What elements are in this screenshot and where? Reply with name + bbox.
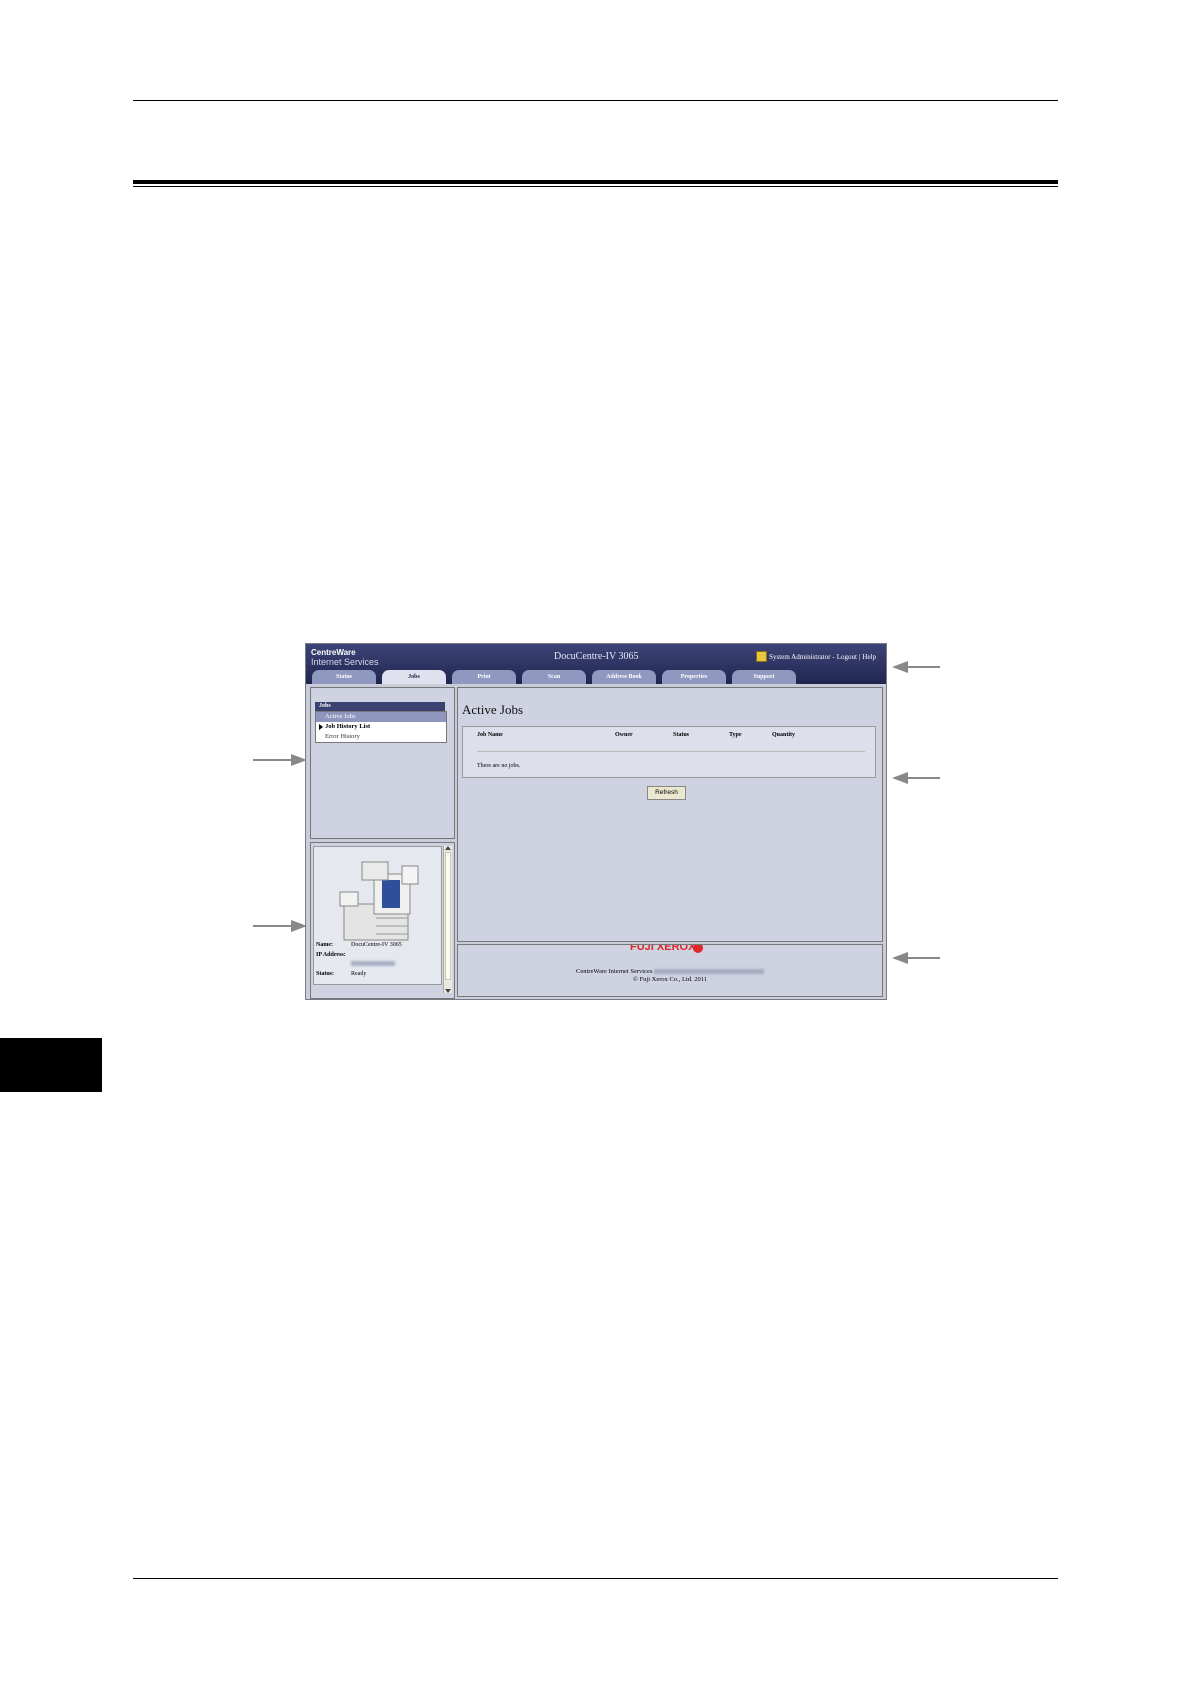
scroll-thumb[interactable] xyxy=(445,852,451,980)
callout-arrow-menu xyxy=(253,754,307,766)
tab-support[interactable]: Support xyxy=(732,670,796,684)
footer-rule xyxy=(133,1578,1058,1579)
header-rule xyxy=(133,100,1058,101)
brand-line1: CentreWare xyxy=(311,648,356,657)
status-value: Ready xyxy=(351,971,367,977)
version-redacted xyxy=(653,969,764,975)
menu-list: Active Jobs Job History List Error Histo… xyxy=(315,711,447,743)
status-label: Status: xyxy=(316,971,335,977)
callout-arrow-header xyxy=(892,661,940,673)
refresh-button[interactable]: Refresh xyxy=(647,786,686,800)
col-job-name[interactable]: Job Name xyxy=(477,732,503,738)
ip-value-redacted xyxy=(351,961,395,967)
admin-separator: - xyxy=(832,652,835,661)
name-value: DocuCentre-IV 3065 xyxy=(351,942,402,948)
col-quantity[interactable]: Quantity xyxy=(772,732,795,738)
chapter-tab xyxy=(0,1038,102,1092)
menu-item-label: Job History List xyxy=(325,723,371,730)
tab-properties[interactable]: Properties xyxy=(662,670,726,684)
help-link[interactable]: Help xyxy=(862,653,876,661)
page-title: Active Jobs xyxy=(462,702,524,717)
scroll-down-icon[interactable] xyxy=(445,989,451,993)
cwis-screenshot: CentreWare Internet Services DocuCentre-… xyxy=(305,643,887,1000)
printer-image xyxy=(339,861,419,941)
tab-print[interactable]: Print xyxy=(452,670,516,684)
section-rule-thin xyxy=(133,186,1058,187)
name-label: Name: xyxy=(316,942,333,948)
menu-frame: Jobs Active Jobs Job History List Error … xyxy=(310,687,455,839)
admin-user[interactable]: System Administrator xyxy=(769,653,830,661)
link-separator: | xyxy=(858,652,861,661)
menu-header: Jobs xyxy=(315,702,445,711)
table-divider xyxy=(477,751,865,752)
admin-icon xyxy=(756,651,768,662)
section-rule xyxy=(133,180,1058,184)
device-info-panel: Name: DocuCentre-IV 3065 IP Address: Sta… xyxy=(313,846,442,985)
callout-arrow-main xyxy=(892,772,940,784)
tab-jobs[interactable]: Jobs xyxy=(382,670,446,684)
col-type[interactable]: Type xyxy=(729,732,742,738)
callout-arrow-device xyxy=(253,920,307,932)
footer-frame: FUJI XEROX CentreWare Internet Services … xyxy=(457,944,883,997)
device-frame: Name: DocuCentre-IV 3065 IP Address: Sta… xyxy=(310,842,455,999)
expand-arrow-icon xyxy=(319,724,323,730)
tab-scan[interactable]: Scan xyxy=(522,670,586,684)
jobs-table: Job Name Owner Status Type Quantity Ther… xyxy=(462,726,876,778)
tab-address-book[interactable]: Address Book xyxy=(592,670,656,684)
ip-label: IP Address: xyxy=(316,952,346,958)
logout-link[interactable]: Logout xyxy=(837,653,857,661)
cwis-header: CentreWare Internet Services DocuCentre-… xyxy=(306,644,886,684)
device-scrollbar[interactable] xyxy=(443,846,452,993)
xerox-ball-icon xyxy=(693,945,703,953)
col-owner[interactable]: Owner xyxy=(615,732,633,738)
scroll-up-icon[interactable] xyxy=(445,846,451,850)
footer-product: CentreWare Internet Services xyxy=(458,968,882,975)
main-frame: Active Jobs Job Name Owner Status Type Q… xyxy=(457,687,883,942)
menu-item-job-history-list[interactable]: Job History List xyxy=(316,722,446,732)
admin-bar: System Administrator - Logout | Help xyxy=(756,651,876,662)
empty-message: There are no jobs. xyxy=(477,763,521,769)
col-status[interactable]: Status xyxy=(673,732,689,738)
menu-item-active-jobs[interactable]: Active Jobs xyxy=(316,712,446,722)
product-name: CentreWare Internet Services xyxy=(576,968,653,975)
footer-copyright: © Fuji Xerox Co., Ltd. 2011 xyxy=(632,976,708,983)
brand-line2: Internet Services xyxy=(311,657,379,667)
fuji-xerox-logo: FUJI XEROX xyxy=(630,944,696,953)
menu-item-error-history[interactable]: Error History xyxy=(316,732,446,742)
device-title: DocuCentre-IV 3065 xyxy=(554,651,639,662)
tab-bar: Status Jobs Print Scan Address Book Prop… xyxy=(312,670,802,684)
tab-status[interactable]: Status xyxy=(312,670,376,684)
callout-arrow-footer xyxy=(892,952,940,964)
